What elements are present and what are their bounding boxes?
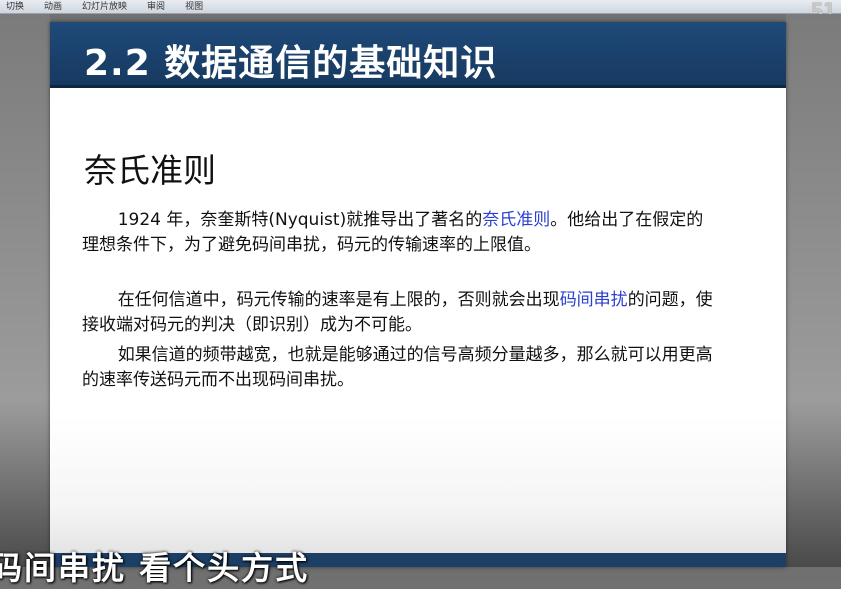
section-title: 奈氏准则 — [84, 151, 216, 190]
ribbon-tab-review[interactable]: 审阅 — [147, 0, 165, 14]
p2-text-before: 在任何信道中，码元传输的速率是有上限的，否则就会出现 — [117, 290, 560, 310]
slide-title: 2.2 数据通信的基础知识 — [84, 43, 498, 84]
slide-canvas[interactable]: 2.2 数据通信的基础知识 奈氏准则 1924 年，奈奎斯特(Nyquist)就… — [50, 22, 786, 567]
ribbon-tab-view[interactable]: 视图 — [185, 0, 203, 14]
paragraph-3: 如果信道的频带越宽，也就是能够通过的信号高频分量越多，那么就可以用更高的速率传送… — [82, 345, 713, 390]
ribbon-bar: 切换 动画 幻灯片放映 审阅 视图 — [0, 0, 841, 14]
nyquist-link[interactable]: 奈氏准则 — [482, 210, 550, 230]
workspace-right — [786, 14, 841, 567]
p1-text-before: 1924 年，奈奎斯特(Nyquist)就推导出了著名的 — [117, 210, 483, 230]
paragraph-1: 1924 年，奈奎斯特(Nyquist)就推导出了著名的奈氏准则。他给出了在假定… — [82, 208, 718, 258]
ribbon-tab-slideshow[interactable]: 幻灯片放映 — [82, 0, 127, 14]
ribbon-tab-animations[interactable]: 动画 — [44, 0, 62, 14]
header-accent — [50, 85, 786, 88]
isi-link[interactable]: 码间串扰 — [560, 290, 628, 310]
slide-header: 2.2 数据通信的基础知识 — [50, 22, 786, 88]
ribbon-tab-transitions[interactable]: 切换 — [6, 0, 24, 14]
video-caption: 码间串扰 看个头方式 — [0, 549, 310, 587]
paragraph-2: 在任何信道中，码元传输的速率是有上限的，否则就会出现码间串扰的问题，使接收端对码… — [82, 288, 718, 338]
workspace-left — [0, 14, 50, 567]
